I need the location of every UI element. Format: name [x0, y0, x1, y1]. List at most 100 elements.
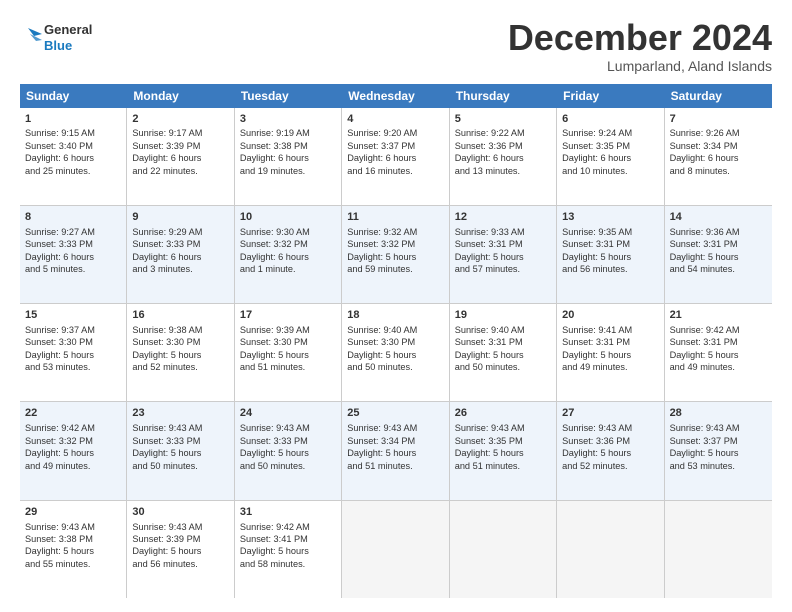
- day-27: 27Sunrise: 9:43 AMSunset: 3:36 PMDayligh…: [557, 402, 664, 499]
- day-info: Sunrise: 9:43 AM: [347, 423, 417, 433]
- month-title: December 2024: [508, 18, 772, 58]
- day-info: Sunset: 3:30 PM: [347, 337, 415, 347]
- day-number: 7: [670, 112, 767, 127]
- day-info: Daylight: 5 hours: [562, 448, 631, 458]
- day-info: Sunset: 3:40 PM: [25, 141, 93, 151]
- day-info: Sunrise: 9:43 AM: [132, 522, 202, 532]
- day-info: Sunset: 3:38 PM: [240, 141, 308, 151]
- day-info: Sunrise: 9:22 AM: [455, 128, 525, 138]
- day-info: Daylight: 5 hours: [455, 350, 524, 360]
- day-info: Sunrise: 9:24 AM: [562, 128, 632, 138]
- day-info: Sunset: 3:30 PM: [132, 337, 200, 347]
- empty-cell: [342, 501, 449, 598]
- header-tuesday: Tuesday: [235, 84, 342, 108]
- day-number: 30: [132, 505, 228, 520]
- day-info: Sunset: 3:39 PM: [132, 141, 200, 151]
- day-info: Sunset: 3:33 PM: [240, 436, 308, 446]
- day-info: and 57 minutes.: [455, 264, 520, 274]
- day-number: 3: [240, 112, 336, 127]
- day-info: and 54 minutes.: [670, 264, 735, 274]
- day-info: Daylight: 5 hours: [240, 350, 309, 360]
- day-info: Sunrise: 9:15 AM: [25, 128, 95, 138]
- day-number: 22: [25, 406, 121, 421]
- day-info: and 10 minutes.: [562, 166, 627, 176]
- day-8: 8Sunrise: 9:27 AMSunset: 3:33 PMDaylight…: [20, 206, 127, 303]
- day-info: and 16 minutes.: [347, 166, 412, 176]
- header-thursday: Thursday: [450, 84, 557, 108]
- day-info: Daylight: 5 hours: [347, 252, 416, 262]
- calendar-body: 1Sunrise: 9:15 AMSunset: 3:40 PMDaylight…: [20, 108, 772, 598]
- day-info: Daylight: 5 hours: [670, 350, 739, 360]
- day-info: Sunset: 3:41 PM: [240, 534, 308, 544]
- day-info: Daylight: 5 hours: [132, 448, 201, 458]
- day-info: and 50 minutes.: [132, 461, 197, 471]
- week-row-5: 29Sunrise: 9:43 AMSunset: 3:38 PMDayligh…: [20, 501, 772, 598]
- day-info: and 50 minutes.: [455, 362, 520, 372]
- day-number: 20: [562, 308, 658, 323]
- day-10: 10 Sunrise: 9:30 AM Sunset: 3:32 PM Dayligh…: [235, 206, 342, 303]
- day-number: 10: [240, 210, 336, 225]
- week-row-4: 22Sunrise: 9:42 AMSunset: 3:32 PMDayligh…: [20, 402, 772, 500]
- day-info: Daylight: 5 hours: [240, 546, 309, 556]
- day-info: and 53 minutes.: [670, 461, 735, 471]
- day-info: Daylight: 5 hours: [455, 448, 524, 458]
- day-info: Sunrise: 9:36 AM: [670, 227, 740, 237]
- day-7: 7Sunrise: 9:26 AMSunset: 3:34 PMDaylight…: [665, 108, 772, 205]
- day-info: Sunrise: 9:43 AM: [240, 423, 310, 433]
- day-6: 6Sunrise: 9:24 AMSunset: 3:35 PMDaylight…: [557, 108, 664, 205]
- day-number: 9: [132, 210, 228, 225]
- day-info: Daylight: 6 hours: [240, 153, 309, 163]
- day-info: Sunrise: 9:30 AM: [240, 227, 310, 237]
- day-info: Daylight: 6 hours: [132, 252, 201, 262]
- day-info: Daylight: 6 hours: [347, 153, 416, 163]
- day-info: Sunset: 3:31 PM: [562, 239, 630, 249]
- day-info: and 1 minute.: [240, 264, 296, 274]
- day-info: Sunrise: 9:32 AM: [347, 227, 417, 237]
- week-row-1: 1Sunrise: 9:15 AMSunset: 3:40 PMDaylight…: [20, 108, 772, 206]
- day-info: and 51 minutes.: [455, 461, 520, 471]
- day-info: Sunset: 3:32 PM: [240, 239, 308, 249]
- calendar: Sunday Monday Tuesday Wednesday Thursday…: [20, 84, 772, 598]
- day-info: Sunset: 3:37 PM: [670, 436, 738, 446]
- day-info: Sunrise: 9:40 AM: [455, 325, 525, 335]
- day-info: Daylight: 6 hours: [240, 252, 309, 262]
- day-21: 21Sunrise: 9:42 AMSunset: 3:31 PMDayligh…: [665, 304, 772, 401]
- day-15: 15Sunrise: 9:37 AMSunset: 3:30 PMDayligh…: [20, 304, 127, 401]
- day-number: 6: [562, 112, 658, 127]
- day-info: and 3 minutes.: [132, 264, 192, 274]
- day-info: Sunrise: 9:27 AM: [25, 227, 95, 237]
- day-number: 12: [455, 210, 551, 225]
- day-info: Sunrise: 9:42 AM: [25, 423, 95, 433]
- header-sunday: Sunday: [20, 84, 127, 108]
- day-30: 30Sunrise: 9:43 AMSunset: 3:39 PMDayligh…: [127, 501, 234, 598]
- day-info: Sunrise: 9:29 AM: [132, 227, 202, 237]
- day-info: Sunset: 3:34 PM: [670, 141, 738, 151]
- day-info: Sunset: 3:37 PM: [347, 141, 415, 151]
- day-info: Sunset: 3:31 PM: [670, 337, 738, 347]
- day-info: Sunrise: 9:40 AM: [347, 325, 417, 335]
- day-19: 19Sunrise: 9:40 AMSunset: 3:31 PMDayligh…: [450, 304, 557, 401]
- day-info: and 51 minutes.: [240, 362, 305, 372]
- logo-bird-icon: [20, 24, 42, 52]
- header-saturday: Saturday: [665, 84, 772, 108]
- day-info: Daylight: 5 hours: [670, 448, 739, 458]
- day-info: Sunset: 3:31 PM: [670, 239, 738, 249]
- day-number: 23: [132, 406, 228, 421]
- day-29: 29Sunrise: 9:43 AMSunset: 3:38 PMDayligh…: [20, 501, 127, 598]
- day-26: 26Sunrise: 9:43 AMSunset: 3:35 PMDayligh…: [450, 402, 557, 499]
- header-wednesday: Wednesday: [342, 84, 449, 108]
- day-23: 23Sunrise: 9:43 AMSunset: 3:33 PMDayligh…: [127, 402, 234, 499]
- day-info: Daylight: 5 hours: [132, 546, 201, 556]
- empty-cell: [665, 501, 772, 598]
- day-16: 16Sunrise: 9:38 AMSunset: 3:30 PMDayligh…: [127, 304, 234, 401]
- day-info: Sunrise: 9:43 AM: [670, 423, 740, 433]
- day-info: Sunrise: 9:19 AM: [240, 128, 310, 138]
- day-info: and 13 minutes.: [455, 166, 520, 176]
- day-info: Daylight: 5 hours: [25, 350, 94, 360]
- day-info: Sunrise: 9:17 AM: [132, 128, 202, 138]
- day-number: 15: [25, 308, 121, 323]
- day-22: 22Sunrise: 9:42 AMSunset: 3:32 PMDayligh…: [20, 402, 127, 499]
- day-info: Daylight: 6 hours: [25, 153, 94, 163]
- day-info: Daylight: 6 hours: [670, 153, 739, 163]
- page: General Blue December 2024 Lumparland, A…: [0, 0, 792, 612]
